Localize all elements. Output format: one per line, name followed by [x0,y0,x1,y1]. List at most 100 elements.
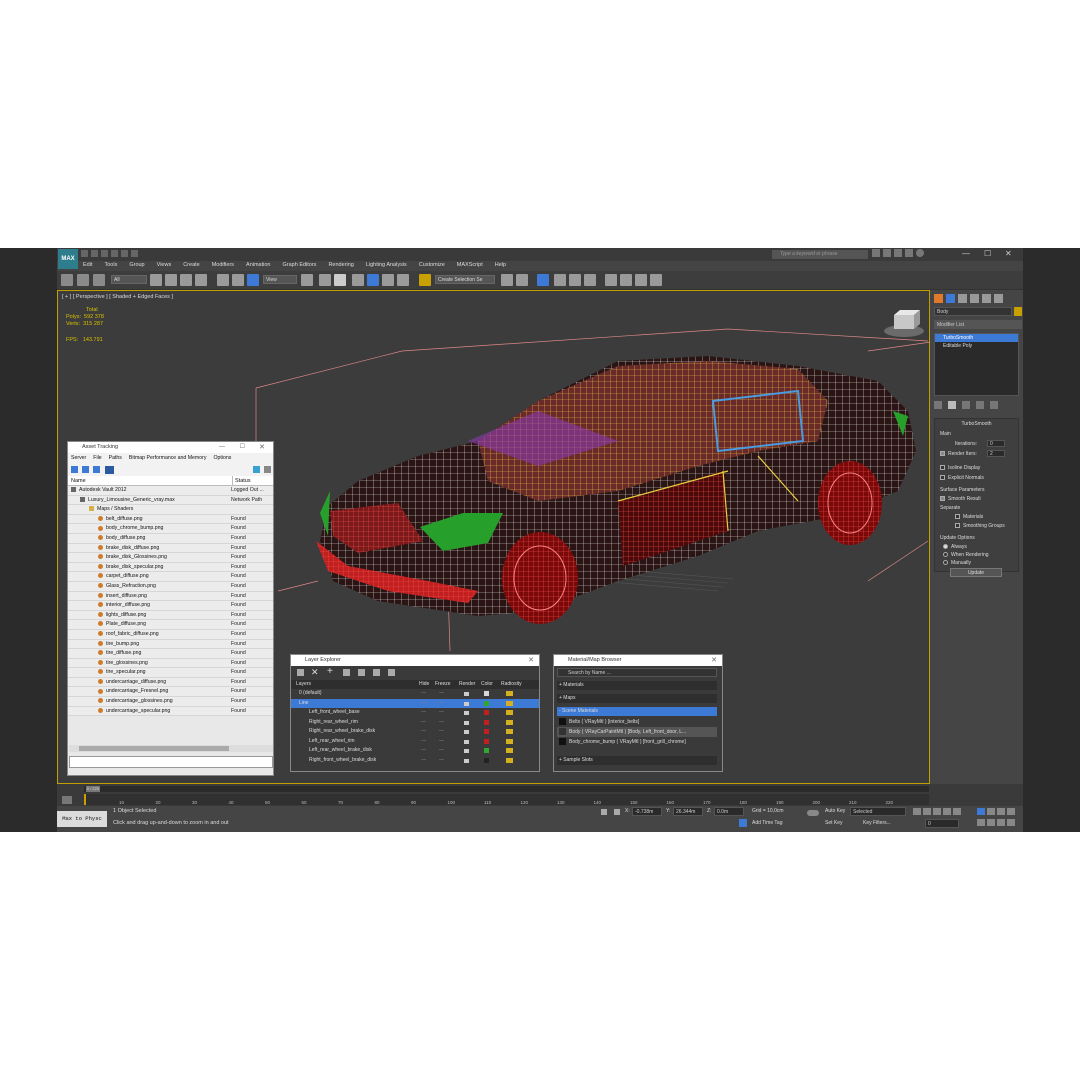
search-input[interactable]: Type a keyword or phrase [772,250,868,259]
command-panel-tabs[interactable] [934,294,1003,303]
render-iterative-icon[interactable] [650,274,662,286]
quick-access-toolbar[interactable] [81,250,138,259]
spinner-snap-icon[interactable] [397,274,409,286]
radiosity-icon[interactable] [506,729,513,734]
layer-color-swatch[interactable] [484,729,489,734]
current-frame-field[interactable]: 0 [925,819,959,828]
material-editor-icon[interactable] [584,274,596,286]
pivot-center-icon[interactable] [301,274,313,286]
list-icon[interactable] [82,466,89,473]
zoom-extents-icon[interactable] [997,808,1005,815]
stack-controls[interactable] [934,401,998,409]
menu-edit[interactable]: Edit [77,261,98,271]
window-crossing-icon[interactable] [195,274,207,286]
layer-color-swatch[interactable] [484,748,489,753]
menu-views[interactable]: Views [151,261,178,271]
object-name-field[interactable]: Body [934,307,1012,316]
stack-item-editable-poly[interactable]: Editable Poly [935,342,1018,350]
explicit-normals-checkbox[interactable]: Explicit Normals [940,475,984,481]
sample-slots-section[interactable]: + Sample Slots [557,756,717,765]
layer-filter-icon[interactable] [297,669,304,676]
asset-row[interactable]: tire_diffuse.png Found [68,649,273,659]
layer-color-swatch[interactable] [484,710,489,715]
mini-curve-editor-icon[interactable] [62,796,72,804]
menu-maxscript[interactable]: MAXScript [451,261,489,271]
asset-tracking-titlebar[interactable]: Asset Tracking ✕ ☐ — [68,442,273,453]
orbit-icon[interactable] [997,819,1005,826]
zoom-icon[interactable] [977,808,985,815]
hide-toggle[interactable]: — [421,699,426,709]
render-iters-row[interactable]: Render Iters: [940,451,977,457]
layer-row[interactable]: Right_rear_wheel_brake_disk — — [291,727,539,737]
hierarchy-tab-icon[interactable] [958,294,967,303]
hide-all-icon[interactable] [388,669,395,676]
hide-toggle[interactable]: — [421,689,426,699]
next-frame-icon[interactable] [943,808,951,815]
viewcube-icon[interactable] [884,310,924,337]
modify-tab-icon[interactable] [946,294,955,303]
hide-toggle[interactable]: — [421,737,426,747]
asset-path-field[interactable] [69,756,273,768]
menu-lighting-analysis[interactable]: Lighting Analysis [360,261,413,271]
layer-close-icon[interactable]: ✕ [528,655,534,666]
render-teapot-icon[interactable] [464,720,469,725]
asset-row[interactable]: undercarriage_diffuse.png Found [68,678,273,688]
close-icon[interactable]: ✕ [1005,249,1012,258]
tree-icon[interactable] [93,466,100,473]
asset-row[interactable]: insert_diffuse.png Found [68,592,273,602]
schematic-view-icon[interactable] [569,274,581,286]
asset-row[interactable]: Glass_Refraction.png Found [68,582,273,592]
menu-tools[interactable]: Tools [98,261,123,271]
layer-color-swatch[interactable] [484,691,489,696]
radiosity-icon[interactable] [506,748,513,753]
named-selection-dropdown[interactable]: Create Selection Se [435,275,495,284]
asset-row[interactable]: body_diffuse.png Found [68,534,273,544]
freeze-toggle[interactable]: — [439,689,444,699]
layer-col-color[interactable]: Color [481,680,493,689]
layer-row[interactable]: Left_front_wheel_base — — [291,708,539,718]
menu-customize[interactable]: Customize [413,261,451,271]
render-teapot-icon[interactable] [464,701,469,706]
asset-row[interactable]: belt_diffuse.png Found [68,515,273,525]
asset-row[interactable]: Autodesk Vault 2012 Logged Out ... [68,486,273,496]
menu-graph-editors[interactable]: Graph Editors [277,261,323,271]
render-teapot-icon[interactable] [464,758,469,763]
scene-explorer-icon[interactable] [537,274,549,286]
layer-color-swatch[interactable] [484,719,489,725]
hide-toggle[interactable]: — [421,746,426,756]
lock-icon[interactable] [601,809,607,815]
key-icon[interactable] [807,810,819,816]
layer-explorer-titlebar[interactable]: Layer Explorer ✕ [291,655,539,666]
asset-menu-paths[interactable]: Paths [109,453,122,464]
maximize-icon[interactable]: ☐ [984,249,991,258]
asset-menu-file[interactable]: File [93,453,101,464]
layer-color-swatch[interactable] [484,757,489,763]
select-by-name-icon[interactable] [165,274,177,286]
asset-row[interactable]: undercarriage_specular.png Found [68,707,273,717]
snaps-toggle-icon[interactable] [352,274,364,286]
asset-menu-server[interactable]: Server [71,453,86,464]
bind-spacewarp-icon[interactable] [93,274,105,286]
asset-row[interactable]: tire_bump.png Found [68,640,273,650]
material-close-icon[interactable]: ✕ [711,655,717,666]
scene-materials-section[interactable]: - Scene Materials [557,707,717,716]
menu-animation[interactable]: Animation [240,261,276,271]
delete-layer-icon[interactable]: ✕ [311,667,319,678]
keyboard-shortcut-icon[interactable] [334,274,346,286]
smooth-result-checkbox[interactable]: Smooth Result [940,496,981,502]
update-button[interactable]: Update [950,568,1002,577]
utilities-tab-icon[interactable] [994,294,1003,303]
move-icon[interactable] [217,274,229,286]
freeze-toggle[interactable]: — [439,699,444,709]
curve-editor-icon[interactable] [554,274,566,286]
freeze-toggle[interactable]: — [439,727,444,737]
scene-material-item[interactable]: Belts ( VRayMtl ) [interior_belts] [557,717,717,727]
edit-named-selection-icon[interactable] [419,274,431,286]
layer-col-radiosity[interactable]: Radiosity [501,680,522,689]
asset-row[interactable]: tire_specular.png Found [68,668,273,678]
time-slider-track[interactable]: 0 / 225 [84,786,929,792]
isoline-checkbox[interactable]: Isoline Display [940,465,980,471]
object-color-swatch[interactable] [1014,307,1022,316]
asset-row[interactable]: lights_diffuse.png Found [68,611,273,621]
prev-frame-icon[interactable] [923,808,931,815]
